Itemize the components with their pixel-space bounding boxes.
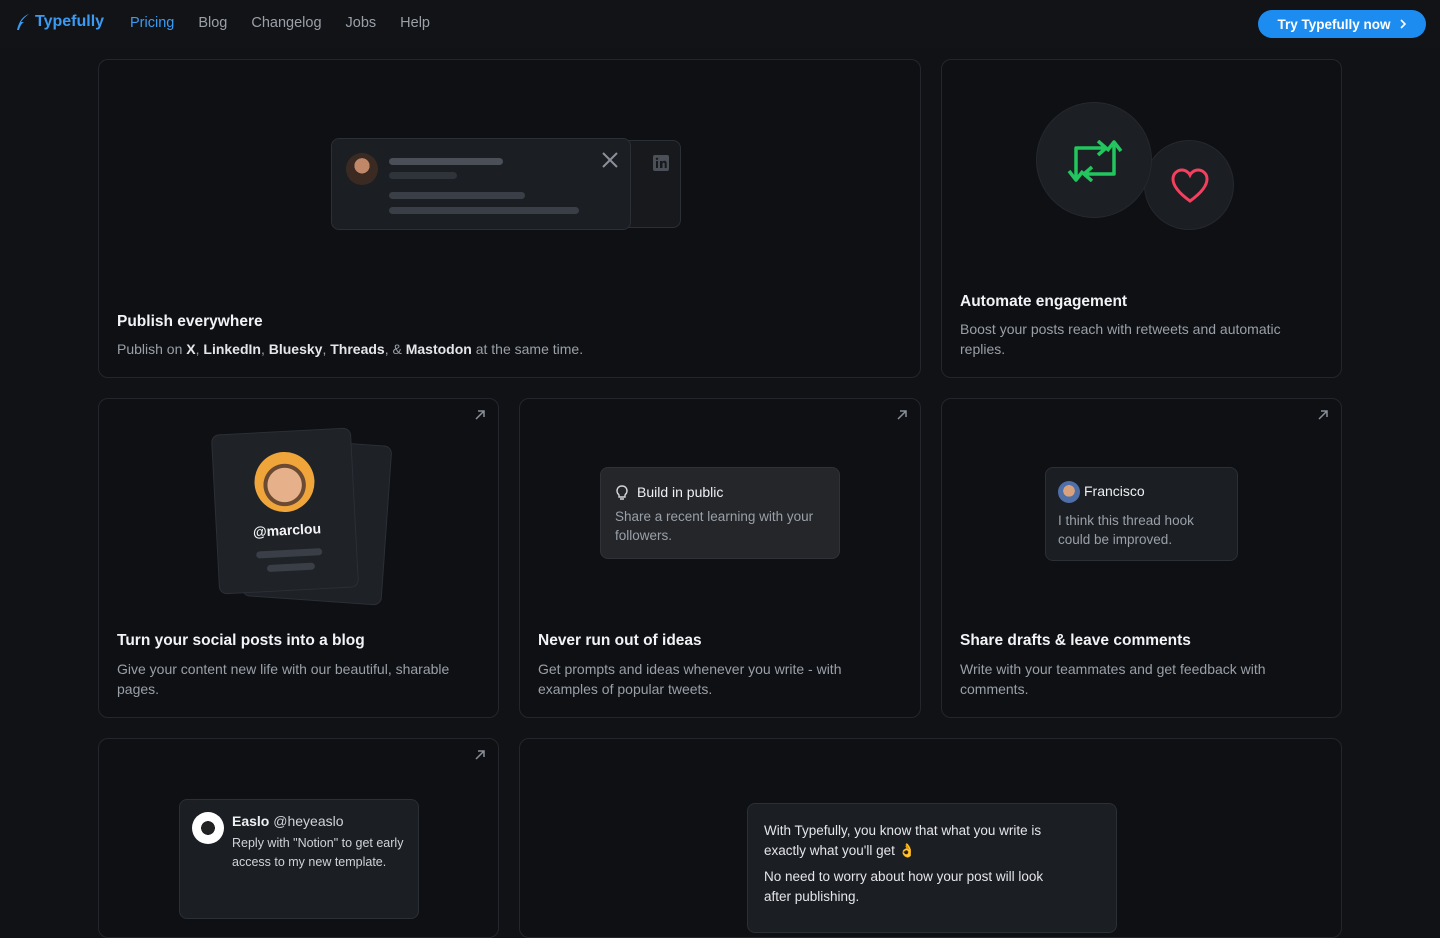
chevron-right-icon: [1399, 19, 1406, 29]
linkedin-icon: [653, 155, 669, 171]
card-description: Publish on X, LinkedIn, Bluesky, Threads…: [117, 339, 583, 359]
post-line: [389, 207, 579, 214]
desc-text: Publish on: [117, 341, 187, 357]
nav-links: Pricing Blog Changelog Jobs Help: [130, 15, 430, 31]
comment-text: I think this thread hook could be improv…: [1058, 513, 1194, 547]
avatar: [192, 812, 224, 844]
x-logo-icon: [602, 152, 618, 168]
post-line: [389, 192, 525, 199]
post-line: [389, 158, 503, 165]
card-description: Write with your teammates and get feedba…: [960, 661, 1266, 697]
comment-card: Francisco I think this thread hook could…: [1045, 467, 1238, 561]
prompt-title: Build in public: [637, 484, 724, 500]
nav-link-pricing[interactable]: Pricing: [130, 15, 174, 31]
brand-name: Typefully: [35, 13, 105, 30]
platform-mastodon: Mastodon: [405, 341, 472, 357]
idea-prompt-card: Build in public Share a recent learning …: [600, 467, 840, 559]
card-auto-reply[interactable]: Easlo @heyeaslo Reply with "Notion" to g…: [98, 738, 499, 938]
avatar: [252, 450, 317, 514]
card-title: Publish everywhere: [117, 313, 263, 330]
card-never-run-out-of-ideas[interactable]: Build in public Share a recent learning …: [519, 398, 921, 718]
preview-line-1: With Typefully, you know that what you w…: [764, 823, 1042, 858]
cta-label: Try Typefully now: [1277, 16, 1391, 32]
retweet-icon: [1067, 140, 1123, 182]
lightbulb-icon: [616, 485, 628, 500]
post-text: Reply with "Notion" to get early access …: [232, 836, 404, 869]
reply-post-card: Easlo @heyeaslo Reply with "Notion" to g…: [179, 799, 419, 919]
avatar: [346, 153, 378, 185]
author-handle: @heyeaslo: [273, 813, 344, 829]
heart-bubble: [1144, 140, 1234, 230]
preview-line-2: No need to worry about how your post wil…: [764, 869, 1044, 904]
heart-icon: [1171, 168, 1209, 203]
preview-post-card: With Typefully, you know that what you w…: [747, 803, 1117, 933]
card-description: Boost your posts reach with retweets and…: [960, 321, 1281, 357]
blog-handle: @marclou: [252, 520, 322, 540]
platform-threads: Threads: [330, 341, 385, 357]
card-social-to-blog[interactable]: @marclou Turn your social posts into a b…: [98, 398, 499, 718]
separator: , &: [384, 341, 406, 357]
platform-bluesky: Bluesky: [268, 341, 323, 357]
blog-card-front: @marclou: [210, 427, 360, 595]
author-name: Easlo: [232, 813, 270, 829]
post-line: [256, 548, 323, 559]
desc-text: at the same time.: [471, 341, 584, 357]
feather-icon: [17, 14, 29, 30]
nav-link-help[interactable]: Help: [400, 15, 430, 31]
card-title: Automate engagement: [960, 293, 1128, 310]
prompt-text: Share a recent learning with your follow…: [615, 509, 814, 543]
arrow-up-right-icon: [897, 410, 907, 420]
card-publish-everywhere: Publish everywhere Publish on X, LinkedI…: [98, 59, 921, 378]
post-author: Easlo @heyeaslo: [232, 813, 344, 829]
arrow-up-right-icon: [1318, 410, 1328, 420]
separator: ,: [260, 341, 269, 357]
top-nav: Typefully Pricing Blog Changelog Jobs He…: [0, 0, 1440, 48]
card-share-drafts[interactable]: Francisco I think this thread hook could…: [941, 398, 1342, 718]
platform-x: X: [186, 341, 196, 357]
retweet-bubble: [1036, 102, 1152, 218]
nav-link-changelog[interactable]: Changelog: [251, 15, 321, 31]
avatar: [1058, 481, 1080, 503]
arrow-up-right-icon: [475, 750, 485, 760]
post-line: [266, 562, 316, 573]
nav-link-blog[interactable]: Blog: [198, 15, 227, 31]
brand-logo[interactable]: Typefully: [15, 13, 104, 31]
try-typefully-button[interactable]: Try Typefully now: [1258, 10, 1426, 38]
card-title: Turn your social posts into a blog: [117, 632, 365, 649]
card-description: Give your content new life with our beau…: [117, 661, 450, 697]
card-automate-engagement: Automate engagement Boost your posts rea…: [941, 59, 1342, 378]
commenter-name: Francisco: [1084, 483, 1145, 499]
arrow-up-right-icon: [475, 410, 485, 420]
x-post-preview: [331, 138, 631, 230]
post-line: [389, 172, 457, 179]
card-title: Share drafts & leave comments: [960, 632, 1191, 649]
platform-linkedin: LinkedIn: [203, 341, 261, 357]
nav-link-jobs[interactable]: Jobs: [346, 15, 377, 31]
card-post-preview: With Typefully, you know that what you w…: [519, 738, 1342, 938]
card-description: Get prompts and ideas whenever you write…: [538, 661, 842, 697]
card-title: Never run out of ideas: [538, 632, 702, 649]
